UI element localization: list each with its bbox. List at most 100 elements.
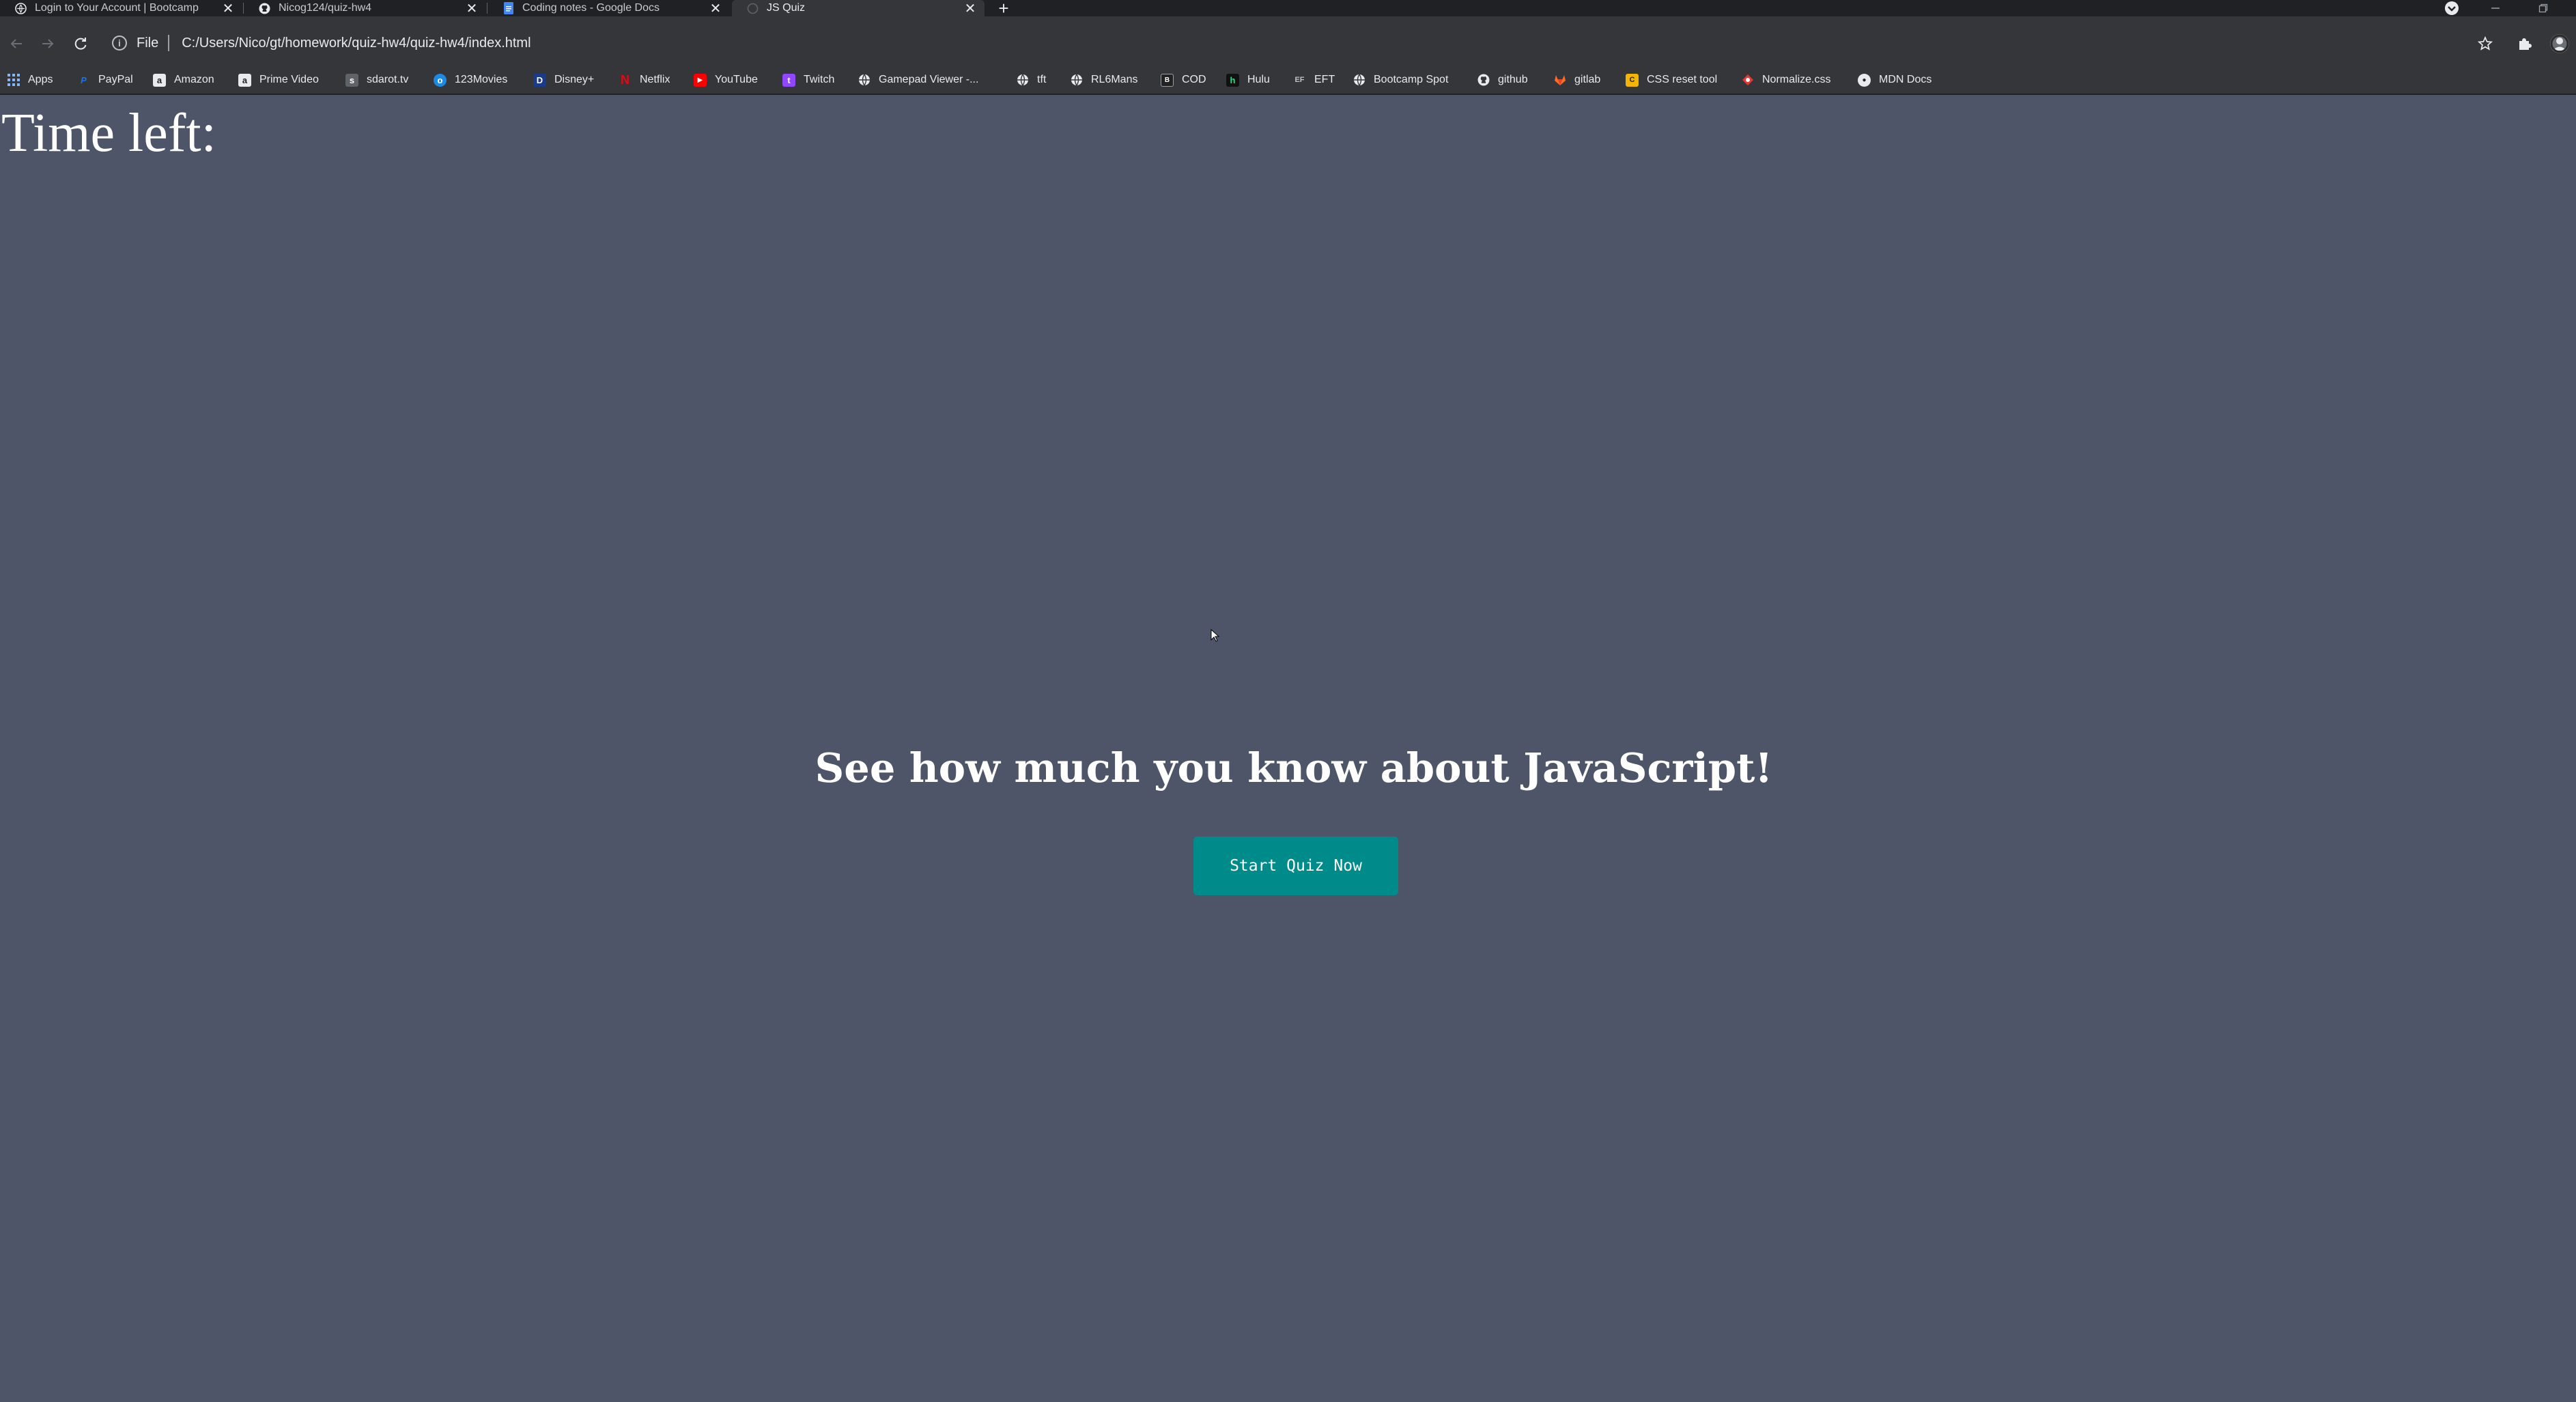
tab-google-docs[interactable]: Coding notes - Google Docs ✕: [487, 0, 730, 16]
bookmark-label: Twitch: [804, 74, 835, 85]
bookmark-rl6mans[interactable]: RL6Mans: [1070, 65, 1137, 95]
bookmark-label: Disney+: [554, 74, 595, 85]
bookmark-label: github: [1498, 74, 1528, 85]
amazon-icon: a: [153, 73, 166, 87]
bookmark-css-reset[interactable]: C CSS reset tool: [1626, 65, 1717, 95]
css-reset-icon: C: [1626, 73, 1639, 87]
bookmark-youtube[interactable]: ▶ YouTube: [694, 65, 758, 95]
eft-icon: EF: [1294, 76, 1305, 84]
forward-button[interactable]: [34, 30, 61, 57]
back-button[interactable]: [3, 30, 30, 57]
tab-js-quiz[interactable]: JS Quiz ✕: [732, 0, 985, 16]
tab-bootcamp-login[interactable]: Login to Your Account | Bootcamp ✕: [0, 0, 242, 16]
globe-icon: [1016, 74, 1029, 87]
bookmark-apps[interactable]: Apps: [7, 65, 53, 95]
bookmark-label: MDN Docs: [1879, 74, 1932, 85]
tab-title: Nicog124/quiz-hw4: [279, 2, 372, 14]
bookmark-label: COD: [1182, 74, 1206, 85]
bookmark-paypal[interactable]: P PayPal: [77, 65, 133, 95]
hulu-icon: h: [1226, 73, 1239, 87]
bookmark-amazon[interactable]: a Amazon: [153, 65, 214, 95]
google-docs-icon: [503, 2, 514, 14]
bookmark-star-icon[interactable]: [2473, 31, 2497, 56]
youtube-icon: ▶: [694, 73, 707, 87]
new-tab-button[interactable]: +: [993, 0, 1014, 18]
url-text[interactable]: C:/Users/Nico/gt/homework/quiz-hw4/quiz-…: [182, 36, 530, 51]
tab-title: Coding notes - Google Docs: [522, 2, 660, 14]
sdarot-icon: s: [345, 73, 358, 87]
twitch-icon: t: [782, 73, 795, 87]
close-tab-icon[interactable]: ✕: [464, 1, 479, 16]
reload-icon: [74, 38, 87, 50]
bookmark-label: Amazon: [174, 74, 214, 85]
bookmark-123movies[interactable]: o 123Movies: [434, 65, 507, 95]
bookmark-label: gitlab: [1574, 74, 1601, 85]
bookmark-label: Normalize.css: [1762, 74, 1831, 85]
bookmark-label: RL6Mans: [1091, 74, 1138, 85]
bootcamp-icon: [15, 2, 27, 14]
bookmark-hulu[interactable]: h Hulu: [1226, 65, 1270, 95]
bookmark-label: PayPal: [98, 74, 133, 85]
cod-icon: B: [1161, 73, 1174, 87]
bookmark-gitlab[interactable]: gitlab: [1553, 65, 1600, 95]
back-arrow-icon: [10, 39, 22, 48]
bookmark-netflix[interactable]: N Netflix: [619, 65, 670, 95]
bookmark-label: Netflix: [640, 74, 670, 85]
restore-button[interactable]: [2533, 0, 2553, 16]
avatar[interactable]: [2547, 31, 2572, 56]
bookmark-label: EFT: [1314, 74, 1335, 85]
profile-icon[interactable]: [2442, 0, 2461, 16]
bookmark-label: YouTube: [715, 74, 758, 85]
reload-button[interactable]: [67, 30, 94, 57]
bookmark-twitch[interactable]: t Twitch: [782, 65, 834, 95]
disney-icon: D: [533, 73, 546, 87]
globe-icon: [858, 74, 871, 87]
bookmark-cod[interactable]: B COD: [1161, 65, 1206, 95]
divider: [168, 35, 170, 51]
timer-label: Time left:: [1, 103, 216, 163]
github-icon: [1477, 74, 1490, 87]
bookmark-label: CSS reset tool: [1647, 74, 1718, 85]
bookmark-label: Bootcamp Spot: [1374, 74, 1449, 85]
info-icon[interactable]: i: [112, 36, 127, 51]
address-bar[interactable]: i File C:/Users/Nico/gt/homework/quiz-hw…: [108, 29, 2470, 57]
tab-title: JS Quiz: [767, 2, 806, 14]
netflix-icon: N: [621, 72, 629, 87]
bookmark-tft[interactable]: tft: [1016, 65, 1046, 95]
gitlab-icon: [1553, 74, 1566, 87]
bookmark-mdn[interactable]: ● MDN Docs: [1858, 65, 1931, 95]
mouse-cursor-icon: [1211, 629, 1220, 642]
close-tab-icon[interactable]: ✕: [963, 1, 978, 16]
extensions-icon[interactable]: [2513, 31, 2537, 56]
close-tab-icon[interactable]: ✕: [708, 1, 723, 16]
url-scheme: File: [137, 35, 159, 51]
paypal-icon: P: [81, 74, 87, 85]
github-icon: [259, 3, 270, 14]
normalize-icon: [1741, 74, 1754, 87]
forward-arrow-icon: [42, 39, 54, 48]
globe-icon: [1070, 74, 1083, 87]
bookmark-disney[interactable]: D Disney+: [533, 65, 594, 95]
bookmark-normalize[interactable]: Normalize.css: [1741, 65, 1830, 95]
close-tab-icon[interactable]: ✕: [221, 1, 236, 16]
bookmark-gamepad-viewer[interactable]: Gamepad Viewer -...: [858, 65, 978, 95]
globe-icon: [1353, 74, 1365, 87]
bookmark-label: 123Movies: [455, 74, 508, 85]
start-quiz-button[interactable]: Start Quiz Now: [1193, 837, 1398, 895]
bookmark-label: Gamepad Viewer -...: [879, 74, 979, 85]
minimize-button[interactable]: [2485, 0, 2506, 16]
bookmark-bootcamp-spot[interactable]: Bootcamp Spot: [1353, 65, 1448, 95]
bookmark-label: Prime Video: [259, 74, 319, 85]
tab-strip: Login to Your Account | Bootcamp ✕ Nicog…: [0, 0, 2576, 18]
tab-github-repo[interactable]: Nicog124/quiz-hw4 ✕: [244, 0, 486, 16]
bookmark-github[interactable]: github: [1477, 65, 1528, 95]
bookmark-label: Apps: [28, 74, 53, 85]
bookmarks-bar: Apps P PayPal a Amazon a Prime Video s s…: [0, 65, 2576, 95]
quiz-page: Time left: See how much you know about J…: [0, 96, 2576, 1402]
bookmark-prime-video[interactable]: a Prime Video: [238, 65, 319, 95]
quiz-headline: See how much you know about JavaScript!: [815, 744, 1773, 791]
page-icon: [747, 3, 759, 14]
bookmark-label: Hulu: [1247, 74, 1270, 85]
bookmark-sdarot[interactable]: s sdarot.tv: [345, 65, 408, 95]
bookmark-eft[interactable]: EF EFT: [1293, 65, 1335, 95]
